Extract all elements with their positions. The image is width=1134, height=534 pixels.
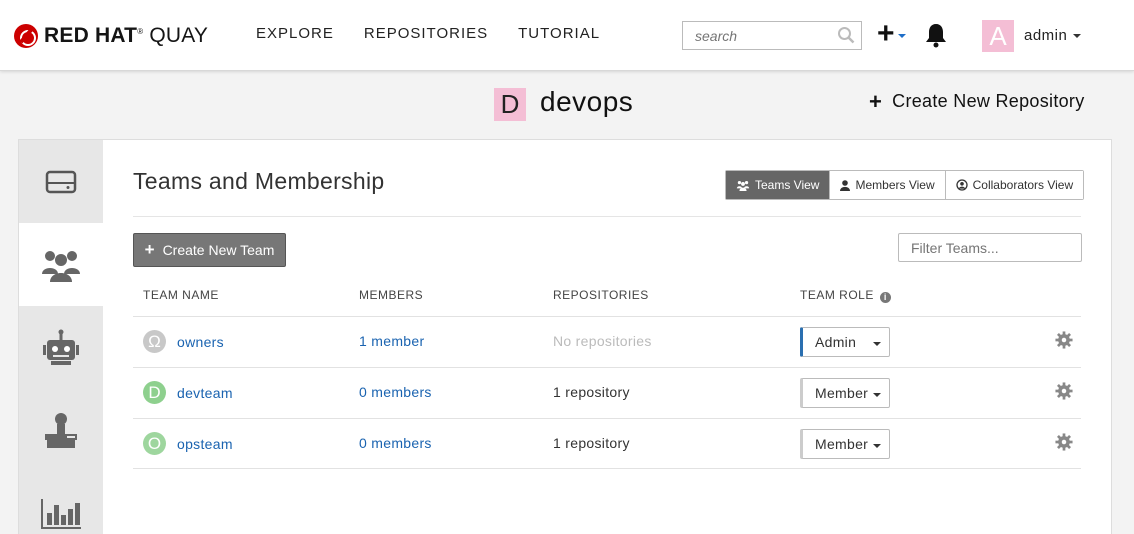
user-icon <box>840 179 851 191</box>
org-avatar: D <box>494 88 526 121</box>
nav-explore[interactable]: EXPLORE <box>256 25 334 42</box>
team-avatar: O <box>143 432 166 455</box>
teams-view-label: Teams View <box>755 178 820 192</box>
team-role-value: Member <box>815 436 869 452</box>
top-navbar: RED HAT® QUAY EXPLORE REPOSITORIES TUTOR… <box>0 0 1134 71</box>
team-repositories: 1 repository <box>553 435 630 451</box>
team-role-label: TEAM ROLE <box>800 288 874 302</box>
org-title: devops <box>540 86 634 117</box>
view-switcher: Teams View Members View Collaborators Vi… <box>725 170 1085 200</box>
sidebar-tab-robots[interactable] <box>19 306 103 389</box>
collaborators-view-button[interactable]: Collaborators View <box>945 171 1084 199</box>
caret-down-icon <box>1073 33 1082 38</box>
create-new-team-button[interactable]: + Create New Team <box>133 233 286 267</box>
teams-view-button[interactable]: Teams View <box>726 171 831 199</box>
redhat-logo-icon <box>14 24 38 48</box>
org-sidebar <box>19 140 103 534</box>
teams-icon <box>42 250 80 282</box>
search-input[interactable] <box>683 22 831 49</box>
plus-icon: + <box>144 240 155 259</box>
caret-down-icon <box>873 393 881 397</box>
team-name-link[interactable]: opsteam <box>177 436 233 452</box>
team-role-value: Member <box>815 385 869 401</box>
gear-icon[interactable] <box>1055 382 1073 400</box>
team-role-dropdown[interactable]: Member <box>800 378 890 408</box>
table-row: D devteam 0 members 1 repository Member <box>133 367 1081 418</box>
column-header-team-role[interactable]: TEAM ROLE i <box>800 288 891 303</box>
column-header-repositories[interactable]: REPOSITORIES <box>553 288 649 302</box>
caret-down-icon <box>873 444 881 448</box>
caret-down-icon <box>873 342 881 346</box>
team-role-dropdown[interactable]: Member <box>800 429 890 459</box>
search-icon[interactable] <box>837 26 855 44</box>
search-box <box>682 21 862 50</box>
robots-icon <box>43 329 79 365</box>
team-repositories: No repositories <box>553 333 652 349</box>
filter-teams-input[interactable] <box>898 233 1082 262</box>
sidebar-tab-repositories[interactable] <box>19 140 103 223</box>
sidebar-tab-usage-logs[interactable] <box>19 472 103 534</box>
page-title: Teams and Membership <box>133 168 385 194</box>
sidebar-tab-teams[interactable] <box>19 223 103 306</box>
members-view-label: Members View <box>855 178 935 192</box>
gear-icon[interactable] <box>1055 331 1073 349</box>
user-menu[interactable]: admin <box>1024 27 1082 44</box>
caret-down-icon <box>897 34 906 38</box>
gear-icon[interactable] <box>1055 433 1073 451</box>
create-repo-label: Create New Repository <box>892 91 1085 111</box>
team-members-link[interactable]: 0 members <box>359 384 432 400</box>
create-new-repository-button[interactable]: + Create New Repository <box>869 88 1085 114</box>
notifications-bell-icon[interactable] <box>924 22 948 48</box>
usage-logs-icon <box>41 498 81 529</box>
teams-icon <box>736 180 750 191</box>
team-name-link[interactable]: owners <box>177 334 224 350</box>
plus-icon: + <box>869 88 883 114</box>
team-members-link[interactable]: 1 member <box>359 333 424 349</box>
user-name: admin <box>1024 27 1068 44</box>
column-header-members[interactable]: MEMBERS <box>359 288 423 302</box>
user-avatar[interactable]: A <box>982 20 1014 52</box>
team-role-value: Admin <box>815 334 857 350</box>
team-role-dropdown[interactable]: Admin <box>800 327 890 357</box>
default-permissions-icon <box>45 412 77 448</box>
create-menu-button[interactable]: + <box>877 17 906 50</box>
divider <box>133 216 1081 217</box>
info-icon[interactable]: i <box>879 292 891 303</box>
brand-text: RED HAT® QUAY <box>44 24 209 47</box>
create-team-label: Create New Team <box>162 242 275 258</box>
sidebar-tab-default-permissions[interactable] <box>19 389 103 472</box>
collaborators-view-label: Collaborators View <box>972 178 1074 192</box>
table-row: O opsteam 0 members 1 repository Member <box>133 418 1081 469</box>
main-nav: EXPLORE REPOSITORIES TUTORIAL <box>256 25 600 42</box>
team-avatar: Ω <box>143 330 166 353</box>
members-view-button[interactable]: Members View <box>830 171 946 199</box>
brand-logo-link[interactable]: RED HAT® QUAY <box>14 24 208 48</box>
table-row: Ω owners 1 member No repositories Admin <box>133 316 1081 367</box>
team-avatar: D <box>143 381 166 404</box>
team-members-link[interactable]: 0 members <box>359 435 432 451</box>
nav-tutorial[interactable]: TUTORIAL <box>518 25 600 42</box>
column-header-team-name[interactable]: TEAM NAME <box>143 288 219 302</box>
team-repositories: 1 repository <box>553 384 630 400</box>
user-circle-icon <box>955 179 968 191</box>
repositories-icon <box>45 170 77 193</box>
team-name-link[interactable]: devteam <box>177 385 233 401</box>
nav-repositories[interactable]: REPOSITORIES <box>364 25 488 42</box>
plus-icon: + <box>877 17 895 50</box>
org-view-panel: Teams and Membership Teams View Members … <box>18 139 1112 534</box>
